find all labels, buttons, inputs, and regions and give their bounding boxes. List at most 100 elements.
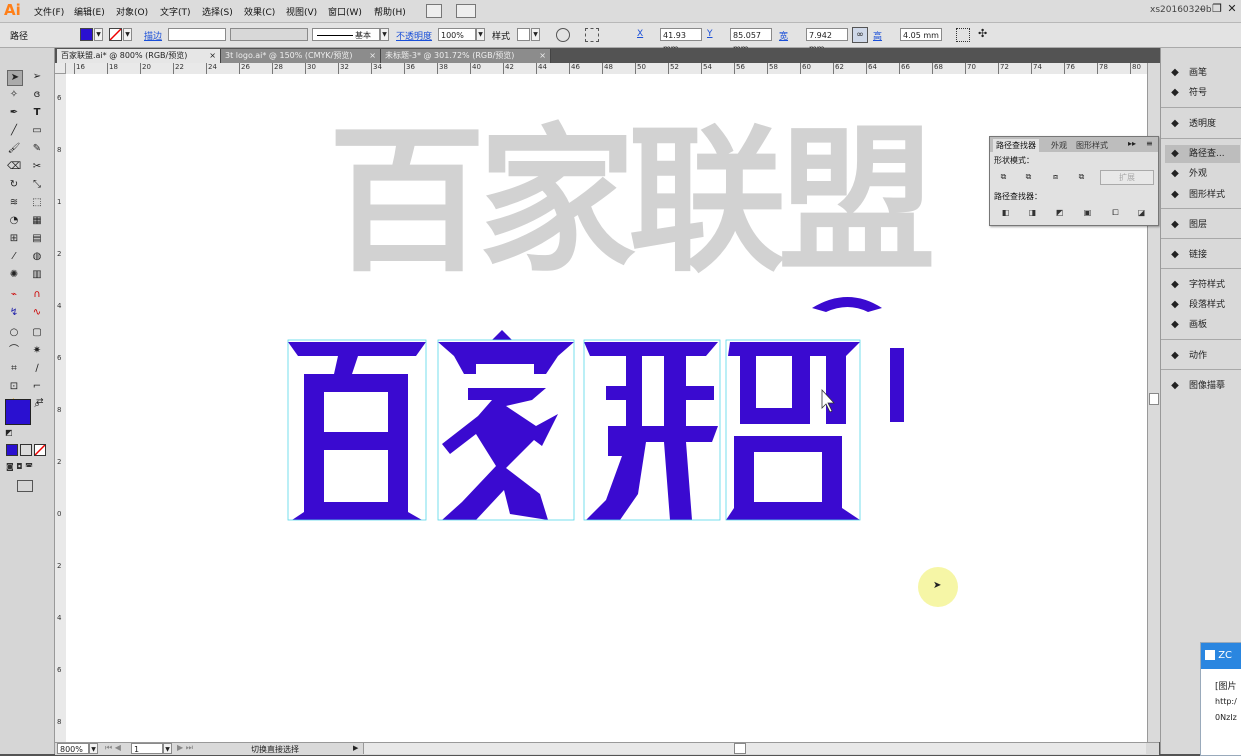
gradient-mode-icon[interactable] bbox=[20, 444, 32, 456]
tab-close-icon[interactable]: × bbox=[539, 49, 546, 63]
trim-icon[interactable]: ◨ bbox=[1027, 208, 1038, 218]
fill-color-icon[interactable] bbox=[5, 399, 31, 425]
menu-object[interactable]: 对象(O) bbox=[116, 5, 148, 18]
menu-select[interactable]: 选择(S) bbox=[202, 5, 233, 18]
glyph-meng[interactable] bbox=[726, 342, 860, 520]
smooth-icon[interactable]: ∿ bbox=[30, 306, 44, 320]
fill-swatch[interactable] bbox=[80, 28, 93, 41]
minus-front-icon[interactable]: ⧉ bbox=[1023, 172, 1034, 182]
dock-item-graphic-styles[interactable]: ◆ 图形样式 bbox=[1165, 186, 1240, 204]
recolor-icon[interactable] bbox=[556, 28, 570, 42]
hscroll-thumb[interactable] bbox=[734, 743, 746, 754]
shape-tip-fragment[interactable] bbox=[492, 330, 512, 340]
rotate-icon[interactable]: ↻ bbox=[7, 178, 21, 192]
tab-document-1[interactable]: 百家联盟.ai* @ 800% (RGB/预览) × bbox=[57, 49, 221, 63]
dock-item-pathfinder[interactable]: ◆ 路径查... bbox=[1165, 145, 1240, 163]
expand-button[interactable]: 扩展 bbox=[1100, 170, 1154, 185]
dock-item-layers[interactable]: ◆ 图层 bbox=[1165, 216, 1240, 234]
zoom-dropdown[interactable]: ▼ bbox=[89, 743, 98, 754]
slice-icon[interactable]: ⌗ bbox=[7, 362, 21, 376]
dock-item-brush[interactable]: ◆ 画笔 bbox=[1165, 64, 1240, 82]
transform-icon[interactable] bbox=[956, 28, 970, 42]
prev-artboard-icons[interactable]: ⏮ ◀ bbox=[105, 743, 121, 753]
anchor-convert-icon[interactable]: ↯ bbox=[7, 306, 21, 320]
panel-collapse-icon[interactable]: ▸▸ bbox=[1128, 139, 1136, 148]
knife-icon[interactable]: ∕ bbox=[30, 362, 44, 376]
outline-icon[interactable]: ⧠ bbox=[1110, 208, 1121, 218]
divide-icon[interactable]: ◧ bbox=[1000, 208, 1011, 218]
variable-width-field[interactable] bbox=[230, 28, 308, 41]
close-icon[interactable]: ✕ bbox=[1226, 3, 1238, 15]
selection-tool-icon[interactable]: ➤ bbox=[7, 70, 23, 86]
menu-view[interactable]: 视图(V) bbox=[286, 5, 317, 18]
status-menu-icon[interactable]: ▶ bbox=[353, 744, 358, 752]
unite-icon[interactable]: ⧉ bbox=[998, 172, 1009, 182]
minimize-icon[interactable]: – bbox=[1196, 3, 1208, 15]
panel-menu-icon[interactable]: ≡ bbox=[1146, 139, 1153, 148]
menu-edit[interactable]: 编辑(E) bbox=[74, 5, 105, 18]
stroke-weight-field[interactable] bbox=[168, 28, 226, 41]
opacity-label[interactable]: 不透明度 bbox=[396, 29, 432, 42]
pencil-icon[interactable]: ✎ bbox=[30, 142, 44, 156]
line-icon[interactable]: ╱ bbox=[7, 124, 21, 138]
dock-item-actions[interactable]: ◆ 动作 bbox=[1165, 347, 1240, 365]
dock-item-club[interactable]: ◆ 符号 bbox=[1165, 84, 1240, 102]
dock-item-para-style[interactable]: ◆ 段落样式 bbox=[1165, 296, 1240, 314]
x-label[interactable]: X bbox=[637, 29, 643, 39]
shape-builder-icon[interactable]: ◔ bbox=[7, 214, 21, 228]
style-swatch[interactable] bbox=[517, 28, 530, 41]
shape-bar-fragment[interactable] bbox=[890, 348, 904, 422]
brush-dropdown[interactable]: ▼ bbox=[380, 28, 389, 41]
dock-item-image-trace[interactable]: ◆ 图像描摹 bbox=[1165, 377, 1240, 395]
ellipse-icon[interactable]: ○ bbox=[7, 326, 21, 340]
height-label[interactable]: 高 bbox=[873, 29, 882, 42]
brush-definition-field[interactable]: 基本 bbox=[312, 28, 380, 41]
artboard-tool-icon[interactable]: ⊡ bbox=[7, 380, 21, 394]
gradient-icon[interactable]: ▤ bbox=[30, 232, 44, 246]
default-colors-icon[interactable]: ◩ bbox=[5, 428, 13, 437]
glyph-lian[interactable] bbox=[584, 342, 718, 520]
minus-back-icon[interactable]: ◪ bbox=[1136, 208, 1147, 218]
pen-icon[interactable]: ✒ bbox=[7, 106, 21, 120]
stroke-label[interactable]: 描边 bbox=[144, 29, 162, 42]
flare-icon[interactable]: ✷ bbox=[30, 344, 44, 358]
width-label[interactable]: 宽 bbox=[779, 29, 788, 42]
height-field[interactable]: 4.05 mm bbox=[900, 28, 942, 41]
bridge-icon[interactable] bbox=[426, 4, 442, 18]
scale-icon[interactable]: ⤡ bbox=[30, 178, 44, 192]
opacity-field[interactable]: 100% bbox=[438, 28, 476, 41]
symbol-sprayer-icon[interactable]: ✺ bbox=[7, 268, 21, 282]
draw-mode-icons[interactable]: ◙ ◘ ◚ bbox=[6, 462, 42, 472]
restore-icon[interactable]: ❐ bbox=[1211, 3, 1223, 15]
add-anchor-icon[interactable]: ⌁ bbox=[7, 288, 21, 302]
menu-effect[interactable]: 效果(C) bbox=[244, 5, 275, 18]
glyph-bai[interactable] bbox=[288, 342, 426, 520]
opacity-dropdown[interactable]: ▼ bbox=[476, 28, 485, 41]
arc-icon[interactable]: ⌒ bbox=[7, 344, 21, 358]
next-artboard-icons[interactable]: ▶ ⏭ bbox=[177, 743, 193, 753]
dock-item-transparency[interactable]: ◆ 透明度 bbox=[1165, 115, 1240, 133]
menu-file[interactable]: 文件(F) bbox=[34, 5, 64, 18]
screen-mode-icon[interactable] bbox=[17, 480, 33, 492]
dock-item-artboard[interactable]: ◆ 画板 bbox=[1165, 316, 1240, 334]
swap-colors-icon[interactable]: ⇄ bbox=[36, 397, 44, 407]
eyedropper-icon[interactable]: ⁄ bbox=[7, 250, 21, 264]
artboard-number-field[interactable]: 1 bbox=[131, 743, 163, 754]
arrange-documents-icon[interactable] bbox=[456, 4, 476, 18]
panel-header[interactable]: 路径查找器 外观 图形样式 ▸▸ ≡ bbox=[990, 137, 1158, 152]
ruler-origin[interactable] bbox=[55, 63, 66, 74]
menu-window[interactable]: 窗口(W) bbox=[328, 5, 362, 18]
align-icon[interactable] bbox=[585, 28, 599, 42]
stroke-dropdown[interactable]: ▼ bbox=[123, 28, 132, 41]
horizontal-scrollbar[interactable] bbox=[363, 743, 1146, 754]
rounded-rect-icon[interactable]: ▢ bbox=[30, 326, 44, 340]
column-graph-icon[interactable]: ▥ bbox=[30, 268, 44, 282]
color-mode-icon[interactable] bbox=[6, 444, 18, 456]
stroke-swatch[interactable] bbox=[109, 28, 122, 41]
width-field[interactable]: 7.942 mm bbox=[806, 28, 848, 53]
tab-pathfinder[interactable]: 路径查找器 bbox=[993, 139, 1039, 152]
zoom-field[interactable]: 800% bbox=[57, 743, 89, 754]
crop-pf-icon[interactable]: ▣ bbox=[1082, 208, 1093, 218]
paintbrush-icon[interactable]: 🖌 bbox=[7, 142, 21, 156]
tab-graphic-styles[interactable]: 图形样式 bbox=[1073, 139, 1111, 152]
